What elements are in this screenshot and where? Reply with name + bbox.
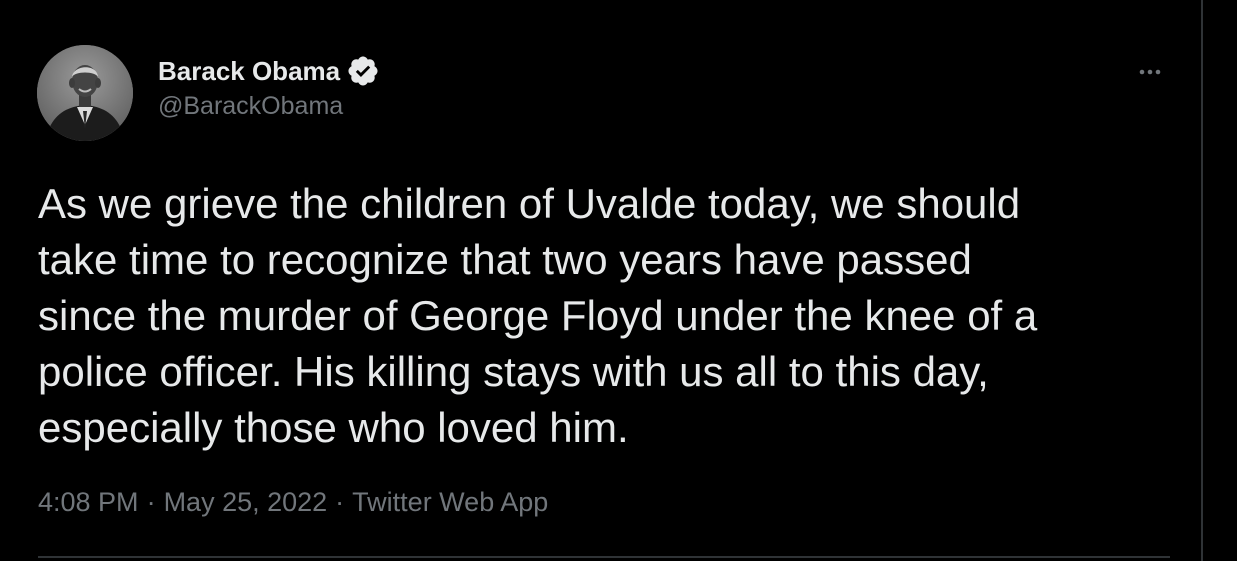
- tweet-time[interactable]: 4:08 PM: [38, 487, 139, 518]
- more-options-button[interactable]: [1130, 58, 1170, 86]
- tweet-date[interactable]: May 25, 2022: [164, 487, 328, 518]
- verified-badge-icon[interactable]: [346, 54, 380, 88]
- profile-photo-icon: [37, 45, 133, 141]
- column-border: [1201, 0, 1203, 561]
- author-display-name[interactable]: Barack Obama: [158, 56, 340, 87]
- more-horizontal-icon: [1139, 69, 1161, 75]
- tweet-detail: Barack Obama @BarackObama As we grieve t…: [0, 0, 1200, 561]
- author-avatar[interactable]: [37, 45, 133, 141]
- divider: [38, 556, 1170, 558]
- tweet-text: As we grieve the children of Uvalde toda…: [38, 180, 1038, 451]
- meta-separator: ·: [146, 487, 156, 517]
- author-handle[interactable]: @BarackObama: [158, 92, 380, 121]
- author-name-row: Barack Obama: [158, 54, 380, 88]
- tweet-source[interactable]: Twitter Web App: [352, 487, 548, 518]
- tweet-metadata: 4:08 PM · May 25, 2022 · Twitter Web App: [38, 487, 548, 518]
- meta-separator: ·: [335, 487, 345, 517]
- tweet-page: Barack Obama @BarackObama As we grieve t…: [0, 0, 1237, 561]
- author-info: Barack Obama @BarackObama: [158, 54, 380, 121]
